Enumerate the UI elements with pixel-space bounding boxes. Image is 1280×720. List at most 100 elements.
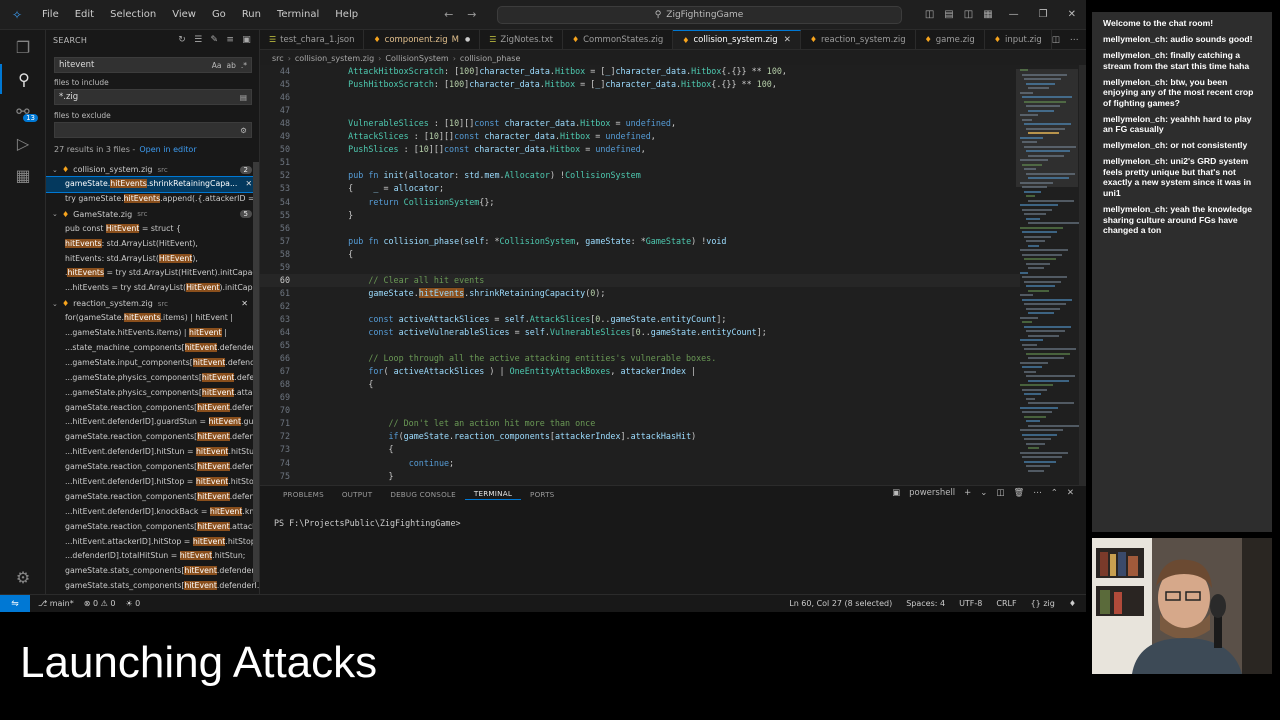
minimap[interactable]: [1016, 65, 1079, 485]
terminal-prompt[interactable]: PS F:\ProjectsPublic\ZigFightingGame>: [274, 518, 461, 528]
search-match-row[interactable]: ...hitEvent.defenderID].knockBack = hitE…: [46, 505, 259, 520]
tab-component-zig[interactable]: ♦ component.zig M ●: [364, 30, 481, 49]
files-to-exclude-input[interactable]: ⚙: [54, 122, 252, 138]
code-line[interactable]: 53 { _ = allocator;: [260, 182, 1020, 195]
tab-collision-system-zig[interactable]: ♦ collision_system.zig ✕: [673, 30, 801, 49]
use-exclude-settings-icon[interactable]: ⚙: [240, 126, 251, 135]
code-line[interactable]: 67 for( activeAttackSlices ) | OneEntity…: [260, 365, 1020, 378]
search-match-row[interactable]: gameState.reaction_components[hitEvent.a…: [46, 520, 259, 535]
code-line[interactable]: 48 VulnerableSlices : [10][]const charac…: [260, 117, 1020, 130]
split-terminal-icon[interactable]: ◫: [996, 488, 1004, 498]
unsaved-dot-icon[interactable]: ●: [465, 36, 470, 43]
close-panel-icon[interactable]: ✕: [1067, 488, 1074, 498]
more-actions-icon[interactable]: ⋯: [1033, 488, 1042, 498]
maximize-panel-icon[interactable]: ⌃: [1051, 488, 1058, 498]
code-line[interactable]: 50 PushSlices : [10][]const character_da…: [260, 143, 1020, 156]
remote-indicator-icon[interactable]: ⇋: [0, 595, 30, 612]
menu-item-go[interactable]: Go: [204, 9, 234, 20]
search-match-row[interactable]: ...gameState.input_components[hitEvent.d…: [46, 356, 259, 371]
chevron-down-icon[interactable]: ⌄: [52, 300, 62, 308]
command-center-search[interactable]: ⚲ ZigFightingGame: [496, 5, 902, 24]
minimize-icon[interactable]: —: [1009, 9, 1019, 20]
search-match-row[interactable]: ...hitEvent.attackerID].hitStop = hitEve…: [46, 535, 259, 550]
code-line[interactable]: 49 AttackSlices : [10][]const character_…: [260, 130, 1020, 143]
code-line[interactable]: 71 // Don't let an action hit more than …: [260, 417, 1020, 430]
menu-item-selection[interactable]: Selection: [102, 9, 164, 20]
code-line[interactable]: 57 pub fn collision_phase(self: *Collisi…: [260, 235, 1020, 248]
search-match-row[interactable]: ...gameState.physics_components[hitEvent…: [46, 371, 259, 386]
breadcrumb-item[interactable]: CollisionSystem: [385, 54, 448, 63]
code-line[interactable]: 58 {: [260, 248, 1020, 261]
end-of-line[interactable]: CRLF: [996, 599, 1016, 608]
sidebar-scrollbar[interactable]: [253, 162, 259, 582]
encoding[interactable]: UTF-8: [959, 599, 982, 608]
more-actions-icon[interactable]: ⋯: [1070, 35, 1079, 45]
panel-tab-terminal[interactable]: TERMINAL: [464, 489, 522, 500]
kill-terminal-icon[interactable]: 🗑: [1013, 488, 1024, 498]
result-file-row[interactable]: ⌄ ♦ reaction_system.zig src ✕: [46, 296, 259, 311]
search-query-input[interactable]: hitevent Aa ab .*: [54, 57, 252, 73]
menu-item-view[interactable]: View: [164, 9, 204, 20]
tab-zignotes-txt[interactable]: ☰ ZigNotes.txt: [480, 30, 563, 49]
git-branch[interactable]: ⎇ main*: [38, 599, 74, 608]
menu-item-run[interactable]: Run: [234, 9, 269, 20]
code-line[interactable]: 70: [260, 404, 1020, 417]
search-match-row[interactable]: gameState.reaction_components[hitEvent.d…: [46, 430, 259, 445]
result-file-row[interactable]: ⌄ ♦ GameState.zig src 5: [46, 207, 259, 222]
ports-count[interactable]: ☀ 0: [125, 599, 140, 608]
clear-results-icon[interactable]: ☰: [194, 35, 202, 45]
problems-count[interactable]: ⊗ 0 ⚠ 0: [84, 599, 116, 608]
run-debug-icon[interactable]: ▷: [0, 128, 46, 158]
new-search-editor-icon[interactable]: ✎: [211, 35, 219, 45]
settings-gear-icon[interactable]: ⚙: [0, 562, 46, 592]
code-line[interactable]: 47: [260, 104, 1020, 117]
search-match-row[interactable]: hitEvents: std.ArrayList(HitEvent),: [46, 252, 259, 267]
search-match-row[interactable]: hitEvents: std.ArrayList(HitEvent),: [46, 237, 259, 252]
panel-tab-ports[interactable]: PORTS: [521, 490, 563, 499]
tab-reaction-system-zig[interactable]: ♦ reaction_system.zig: [801, 30, 916, 49]
tab-test-chara-1-json[interactable]: ☰ test_chara_1.json: [260, 30, 365, 49]
regex-icon[interactable]: .*: [241, 61, 247, 70]
search-match-row[interactable]: gameState.reaction_components[hitEvent.d…: [46, 401, 259, 416]
explorer-icon[interactable]: ❐: [0, 32, 46, 62]
code-line[interactable]: 45 PushHitboxScratch: [100]character_dat…: [260, 78, 1020, 91]
code-line[interactable]: 44 AttackHitboxScratch: [100]character_d…: [260, 65, 1020, 78]
source-control-icon[interactable]: ⚯ 13: [0, 96, 46, 126]
search-match-row[interactable]: ...gameState.hitEvents.items) | hitEvent…: [46, 326, 259, 341]
code-line[interactable]: 69: [260, 391, 1020, 404]
breadcrumb-item[interactable]: src: [272, 54, 284, 63]
code-line[interactable]: 61 gameState.hitEvents.shrinkRetainingCa…: [260, 287, 1020, 300]
language-mode[interactable]: {} zig: [1031, 599, 1055, 608]
search-match-row[interactable]: ...state_machine_components[hitEvent.def…: [46, 341, 259, 356]
code-line[interactable]: 62: [260, 300, 1020, 313]
result-file-row[interactable]: ⌄ ♦ collision_system.zig src 2: [46, 162, 259, 177]
files-to-include-input[interactable]: *.zig ▤: [54, 89, 252, 105]
search-match-row[interactable]: for(gameState.hitEvents.items) | hitEven…: [46, 311, 259, 326]
restore-icon[interactable]: ❐: [1039, 9, 1048, 20]
dismiss-file-icon[interactable]: ✕: [241, 299, 248, 308]
code-line[interactable]: 72 if(gameState.reaction_components[atta…: [260, 430, 1020, 443]
breadcrumb-item[interactable]: collision_phase: [460, 54, 520, 63]
close-tab-icon[interactable]: ✕: [784, 35, 791, 45]
customize-layout-icon[interactable]: ▦: [983, 9, 992, 20]
back-arrow-icon[interactable]: ←: [444, 8, 453, 21]
code-line[interactable]: 59: [260, 261, 1020, 274]
menu-item-help[interactable]: Help: [327, 9, 366, 20]
code-line[interactable]: 54 return CollisionSystem{};: [260, 196, 1020, 209]
code-line[interactable]: 74 continue;: [260, 457, 1020, 470]
extensions-icon[interactable]: ▦: [0, 160, 46, 190]
search-match-row[interactable]: gameState.reaction_components[hitEvent.d…: [46, 460, 259, 475]
search-match-row[interactable]: ...gameState.physics_components[hitEvent…: [46, 386, 259, 401]
search-match-row[interactable]: gameState.stats_components[hitEvent.defe…: [46, 579, 259, 594]
code-line[interactable]: 55 }: [260, 209, 1020, 222]
indentation[interactable]: Spaces: 4: [906, 599, 945, 608]
menu-item-edit[interactable]: Edit: [67, 9, 102, 20]
match-case-icon[interactable]: Aa: [212, 61, 222, 70]
search-match-row[interactable]: pub const HitEvent = struct {: [46, 222, 259, 237]
terminal-dropdown-icon[interactable]: ⌄: [980, 488, 987, 498]
editor-scrollbar[interactable]: [1079, 65, 1086, 485]
tab-commonstates-zig[interactable]: ♦ CommonStates.zig: [563, 30, 674, 49]
collapse-all-icon[interactable]: ▣: [242, 35, 251, 45]
breadcrumb-item[interactable]: collision_system.zig: [295, 54, 374, 63]
view-as-tree-icon[interactable]: ≡: [226, 35, 234, 45]
